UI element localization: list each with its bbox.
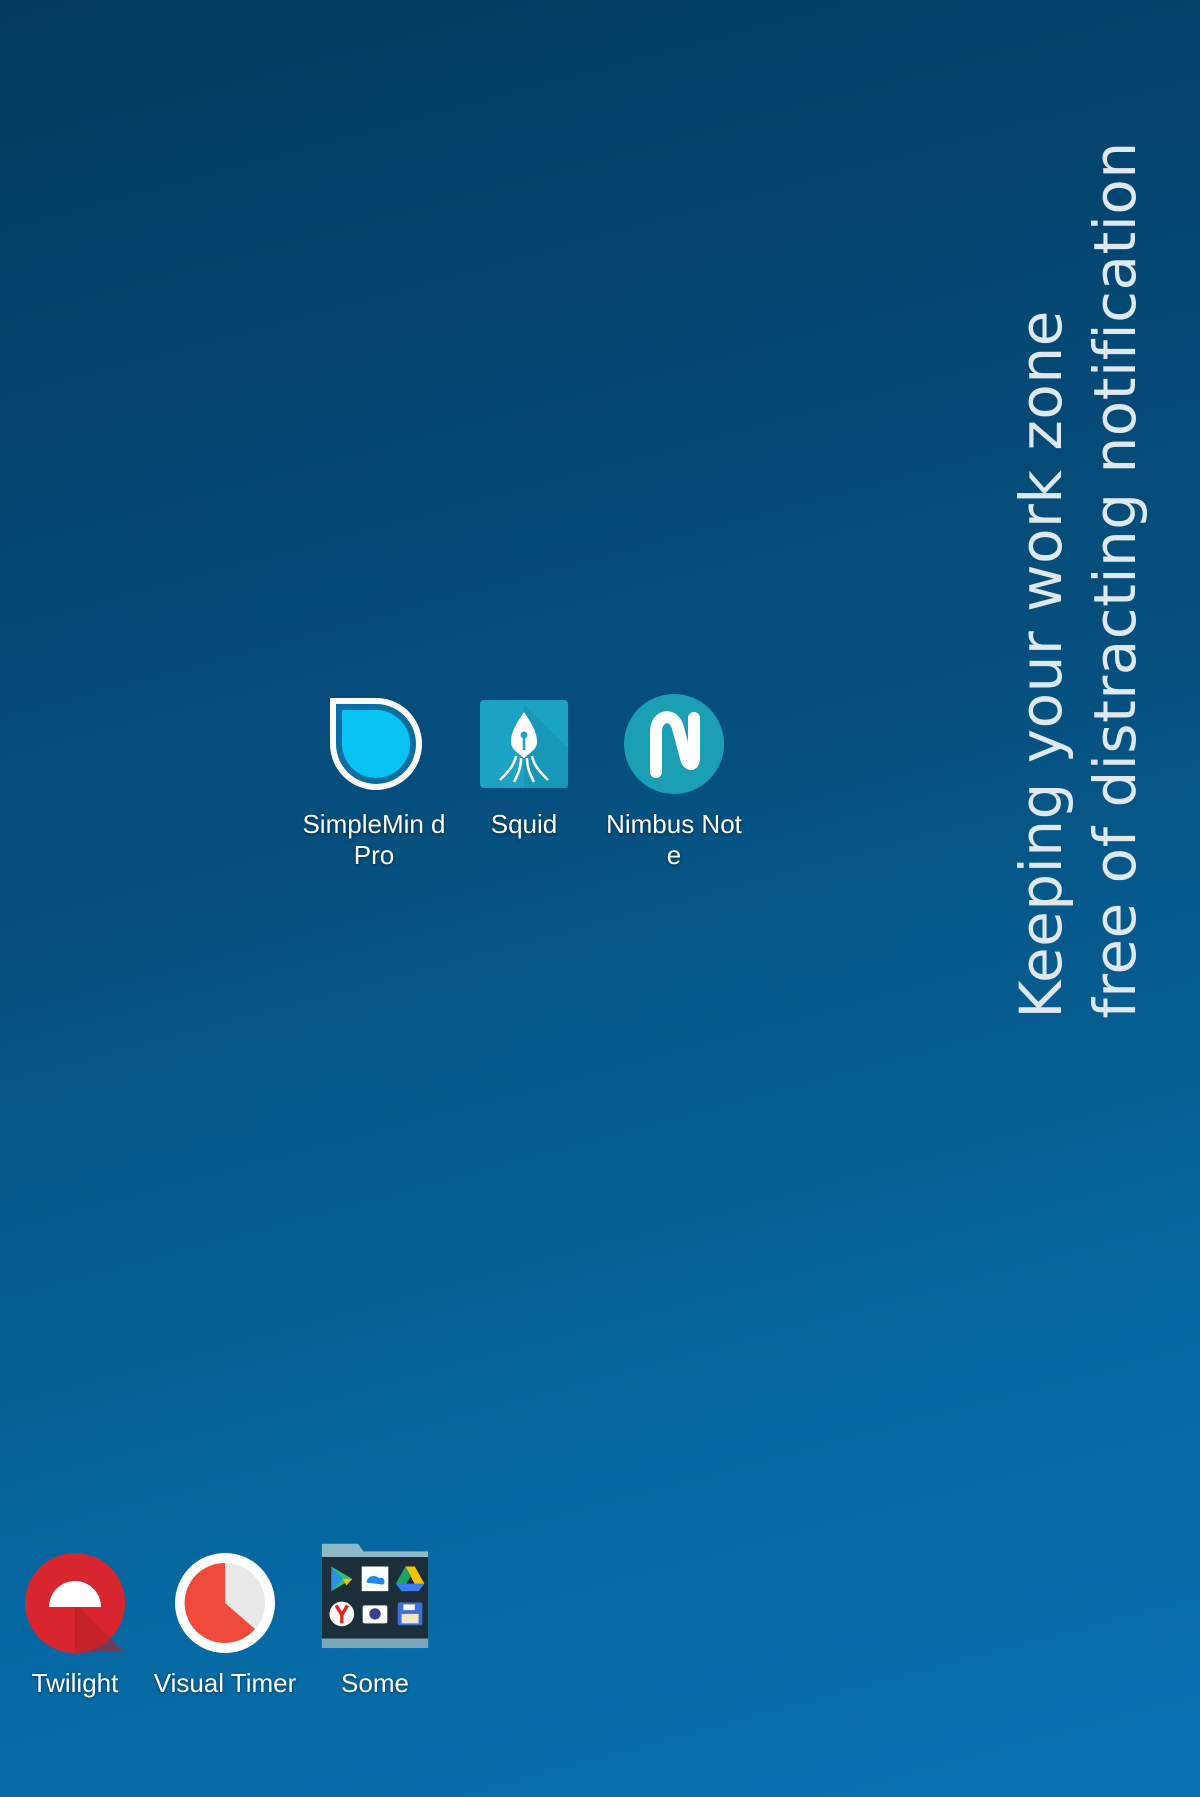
app-nimbus-note[interactable]: Nimbus Note — [599, 689, 749, 871]
folder-icon — [320, 1530, 430, 1658]
visual-timer-icon — [170, 1548, 280, 1658]
wallpaper-line-1: Keeping your work zone — [1007, 310, 1075, 1019]
squid-pen-icon — [469, 689, 579, 799]
app-label: SimpleMin d Pro — [302, 809, 446, 870]
wallpaper-line-2: free of distracting notification — [1081, 141, 1149, 1019]
app-visual-timer[interactable]: Visual Timer — [150, 1548, 300, 1699]
twilight-icon — [20, 1548, 130, 1658]
app-simplemind-pro[interactable]: SimpleMin d Pro — [299, 689, 449, 871]
simplemind-icon — [319, 689, 429, 799]
app-label: Some — [341, 1668, 409, 1698]
app-label: Twilight — [31, 1668, 119, 1698]
folder-some[interactable]: Some — [300, 1530, 450, 1699]
wallpaper-slogan: Keeping your work zone free of distracti… — [1004, 141, 1152, 1018]
app-label: Visual Timer — [153, 1668, 297, 1698]
app-squid[interactable]: Squid — [449, 689, 599, 840]
app-label: Nimbus Note — [606, 809, 742, 870]
nimbus-n-icon — [619, 689, 729, 799]
app-label: Squid — [490, 809, 558, 839]
app-twilight[interactable]: Twilight — [0, 1548, 150, 1699]
